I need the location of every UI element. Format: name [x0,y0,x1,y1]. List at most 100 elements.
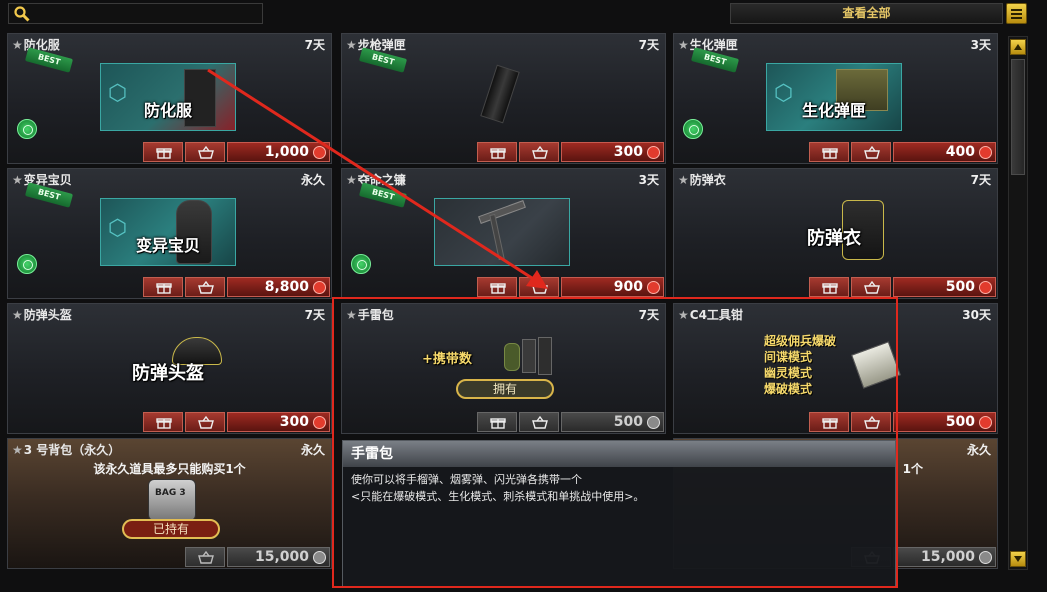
price-button[interactable]: 8,800 [227,277,330,297]
price-value: 300 [613,144,643,160]
gift-button[interactable] [809,277,849,297]
scrollbar[interactable] [1008,36,1028,570]
gift-icon [156,418,172,429]
item-duration: 永久 [300,173,325,187]
biohazard-mode-icon [683,119,703,139]
backpack-image: BAG 3 [148,479,196,521]
item-duration: 30天 [962,308,991,322]
item-duration: 3天 [970,38,991,52]
gift-icon [822,148,838,159]
price-button[interactable]: 300 [561,142,664,162]
highlight-box [332,297,898,588]
star-icon: ★ [12,173,23,187]
basket-icon [864,146,880,159]
biohazard-mode-icon [351,254,371,274]
item-image [434,63,570,131]
item-image-label: 防弹头盔 [132,363,204,384]
price-value: 300 [279,414,309,430]
search-icon [14,6,30,22]
gift-button[interactable] [809,142,849,162]
price-value: 500 [945,279,975,295]
price-value: 400 [945,144,975,160]
item-image-label: 防弹衣 [807,228,861,249]
price-button[interactable]: 300 [227,412,330,432]
gift-button[interactable] [477,277,517,297]
currency-icon [313,281,326,294]
basket-icon [198,146,214,159]
item-duration: 7天 [970,173,991,187]
price-button[interactable]: 400 [893,142,996,162]
gift-icon [490,283,506,294]
basket-icon [198,416,214,429]
price-button[interactable]: 15,000 [893,547,996,567]
buy-button[interactable] [851,142,891,162]
price-value: 15,000 [920,549,975,565]
buy-button[interactable] [851,277,891,297]
item-image-label: 生化弹匣 [801,101,866,120]
item-duration: 永久 [300,443,325,457]
biohazard-mode-icon [17,119,37,139]
basket-icon [198,551,214,564]
shop-item-card[interactable]: ★防弹衣 7天 防弹衣 500 [673,168,998,299]
currency-icon [979,551,992,564]
star-icon: ★ [678,173,689,187]
purchase-limit-note: 1个 [902,462,923,476]
item-image: ⬡ 变异宝贝 [100,198,236,266]
gift-icon [490,148,506,159]
price-button[interactable]: 500 [893,277,996,297]
price-button[interactable]: 15,000 [227,547,330,567]
star-icon: ★ [12,38,23,52]
price-value: 500 [945,414,975,430]
price-button[interactable]: 1,000 [227,142,330,162]
biohazard-mode-icon [17,254,37,274]
search-input[interactable] [8,3,263,24]
buy-button[interactable] [519,142,559,162]
shop-item-card[interactable]: ★夺命之镰 3天 BEST 900 [341,168,666,299]
buy-button[interactable] [519,277,559,297]
item-name: ★防弹衣 [678,173,726,187]
currency-icon [647,281,660,294]
item-duration: 7天 [304,38,325,52]
gift-button[interactable] [143,412,183,432]
star-icon: ★ [346,38,357,52]
item-image: ⬡ 生化弹匣 [766,63,902,131]
gift-icon [156,148,172,159]
scroll-down-arrow-icon[interactable] [1010,551,1026,567]
shop-item-card[interactable]: ★步枪弹匣 7天 BEST 300 [341,33,666,164]
price-button[interactable]: 900 [561,277,664,297]
currency-icon [979,281,992,294]
view-all-button[interactable]: 查看全部 [730,3,1003,24]
item-duration: 7天 [304,308,325,322]
shop-item-card[interactable]: ★防弹头盔 7天 防弹头盔 300 [7,303,332,434]
item-image-label: 防化服 [143,101,192,120]
buy-button[interactable] [185,547,225,567]
item-image [434,198,570,266]
gift-button[interactable] [143,142,183,162]
scroll-thumb[interactable] [1011,59,1025,175]
price-value: 900 [613,279,643,295]
price-button[interactable]: 500 [893,412,996,432]
gift-icon [822,283,838,294]
buy-button[interactable] [185,412,225,432]
currency-icon [313,146,326,159]
shop-item-card[interactable]: ★防化服 7天 ⬡ 防化服 BEST 1,000 [7,33,332,164]
scroll-up-arrow-icon[interactable] [1010,39,1026,55]
price-value: 1,000 [264,144,309,160]
shop-item-card[interactable]: ★生化弹匣 3天 ⬡ 生化弹匣 BEST 400 [673,33,998,164]
star-icon: ★ [12,443,23,457]
item-image: ⬡ 防化服 [100,63,236,131]
currency-icon [979,146,992,159]
currency-icon [313,416,326,429]
star-icon: ★ [12,308,23,322]
item-name: ★防弹头盔 [12,308,72,322]
buy-button[interactable] [185,277,225,297]
shop-item-card[interactable]: ★变异宝贝 永久 ⬡ 变异宝贝 BEST 8,800 [7,168,332,299]
basket-icon [532,146,548,159]
price-value: 15,000 [254,549,309,565]
menu-icon[interactable] [1006,3,1027,24]
gift-button[interactable] [477,142,517,162]
basket-icon [532,281,548,294]
gift-button[interactable] [143,277,183,297]
buy-button[interactable] [185,142,225,162]
shop-item-card[interactable]: ★3 号背包（永久） 永久 该永久道具最多只能购买1个 BAG 3 已持有 15… [7,438,332,569]
